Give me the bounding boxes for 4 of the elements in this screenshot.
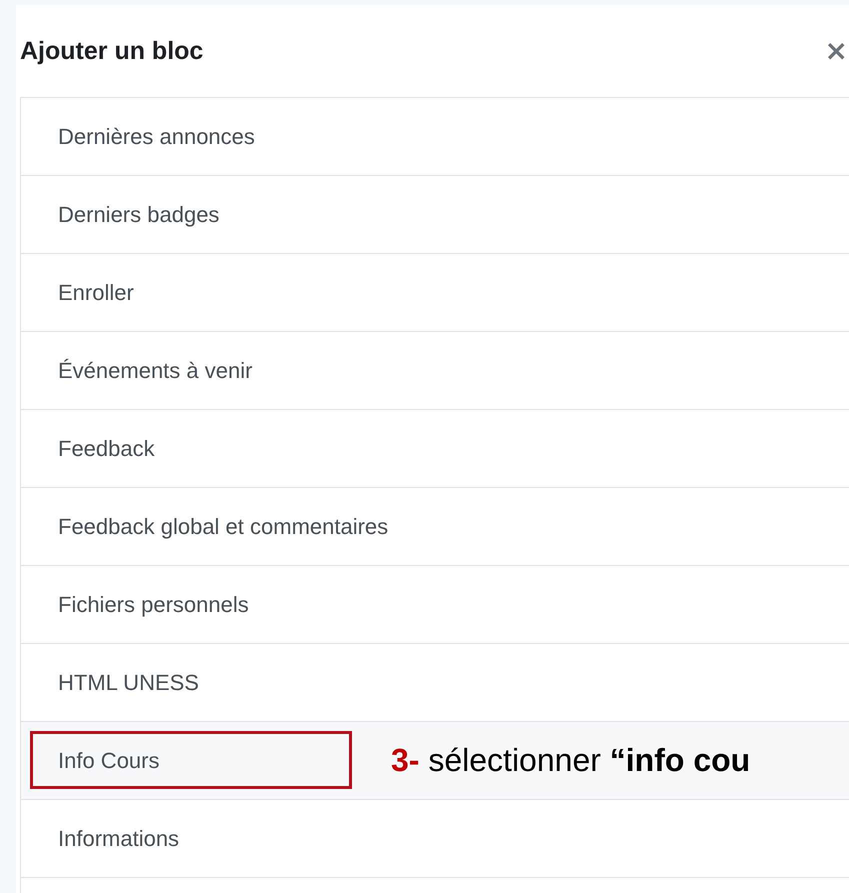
annotation-text: 3- sélectionner “info cou [391,742,750,779]
block-list-item[interactable]: Info Cours 3- sélectionner “info cou [21,722,849,800]
close-button[interactable]: × [820,37,849,65]
dialog-title: Ajouter un bloc [20,36,204,66]
